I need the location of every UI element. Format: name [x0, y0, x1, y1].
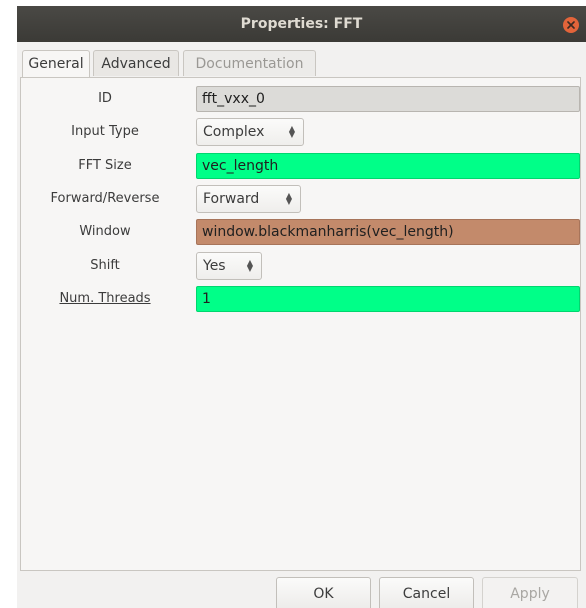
property-row-num-threads: Num. Threads 1 — [21, 285, 582, 313]
tab-general[interactable]: General — [22, 50, 90, 78]
window-title: Properties: FFT — [240, 16, 363, 32]
fft-size-label: FFT Size — [78, 158, 132, 173]
close-icon — [567, 21, 575, 29]
input-type-select[interactable]: Complex ▲ ▼ — [196, 118, 304, 146]
properties-dialog: Properties: FFT General Advanced Documen… — [17, 6, 586, 608]
spinner-icon: ▲ ▼ — [246, 258, 254, 273]
cancel-button[interactable]: Cancel — [379, 577, 474, 608]
id-label: ID — [98, 91, 112, 106]
ok-button[interactable]: OK — [276, 577, 371, 608]
num-threads-field[interactable]: 1 — [196, 286, 580, 312]
num-threads-label: Num. Threads — [59, 291, 151, 306]
tab-documentation[interactable]: Documentation — [183, 50, 316, 76]
window-field[interactable]: window.blackmanharris(vec_length) — [196, 219, 580, 245]
title-bar[interactable]: Properties: FFT — [17, 6, 586, 42]
general-tab-panel: ID fft_vxx_0 Input Type Complex ▲ ▼ FFT S… — [20, 77, 581, 571]
forward-reverse-value: Forward — [203, 191, 260, 207]
shift-value: Yes — [203, 258, 226, 274]
property-row-window: Window window.blackmanharris(vec_length) — [21, 218, 582, 246]
spinner-icon: ▲ ▼ — [285, 191, 293, 206]
tab-advanced[interactable]: Advanced — [93, 50, 179, 76]
shift-select[interactable]: Yes ▲ ▼ — [196, 252, 262, 280]
spinner-icon: ▲ ▼ — [288, 124, 296, 139]
id-field[interactable]: fft_vxx_0 — [196, 86, 580, 112]
property-row-fft-size: FFT Size vec_length — [21, 152, 582, 180]
apply-button[interactable]: Apply — [482, 577, 578, 608]
input-type-label: Input Type — [71, 124, 139, 139]
shift-label: Shift — [90, 258, 120, 273]
property-row-input-type: Input Type Complex ▲ ▼ — [21, 118, 582, 146]
forward-reverse-select[interactable]: Forward ▲ ▼ — [196, 185, 301, 213]
close-button[interactable] — [563, 17, 579, 33]
forward-reverse-label: Forward/Reverse — [50, 191, 160, 206]
fft-size-field[interactable]: vec_length — [196, 153, 580, 179]
input-type-value: Complex — [203, 124, 265, 140]
window-label: Window — [79, 224, 131, 239]
property-row-shift: Shift Yes ▲ ▼ — [21, 252, 582, 280]
property-row-id: ID fft_vxx_0 — [21, 85, 582, 113]
property-row-forward-reverse: Forward/Reverse Forward ▲ ▼ — [21, 185, 582, 213]
